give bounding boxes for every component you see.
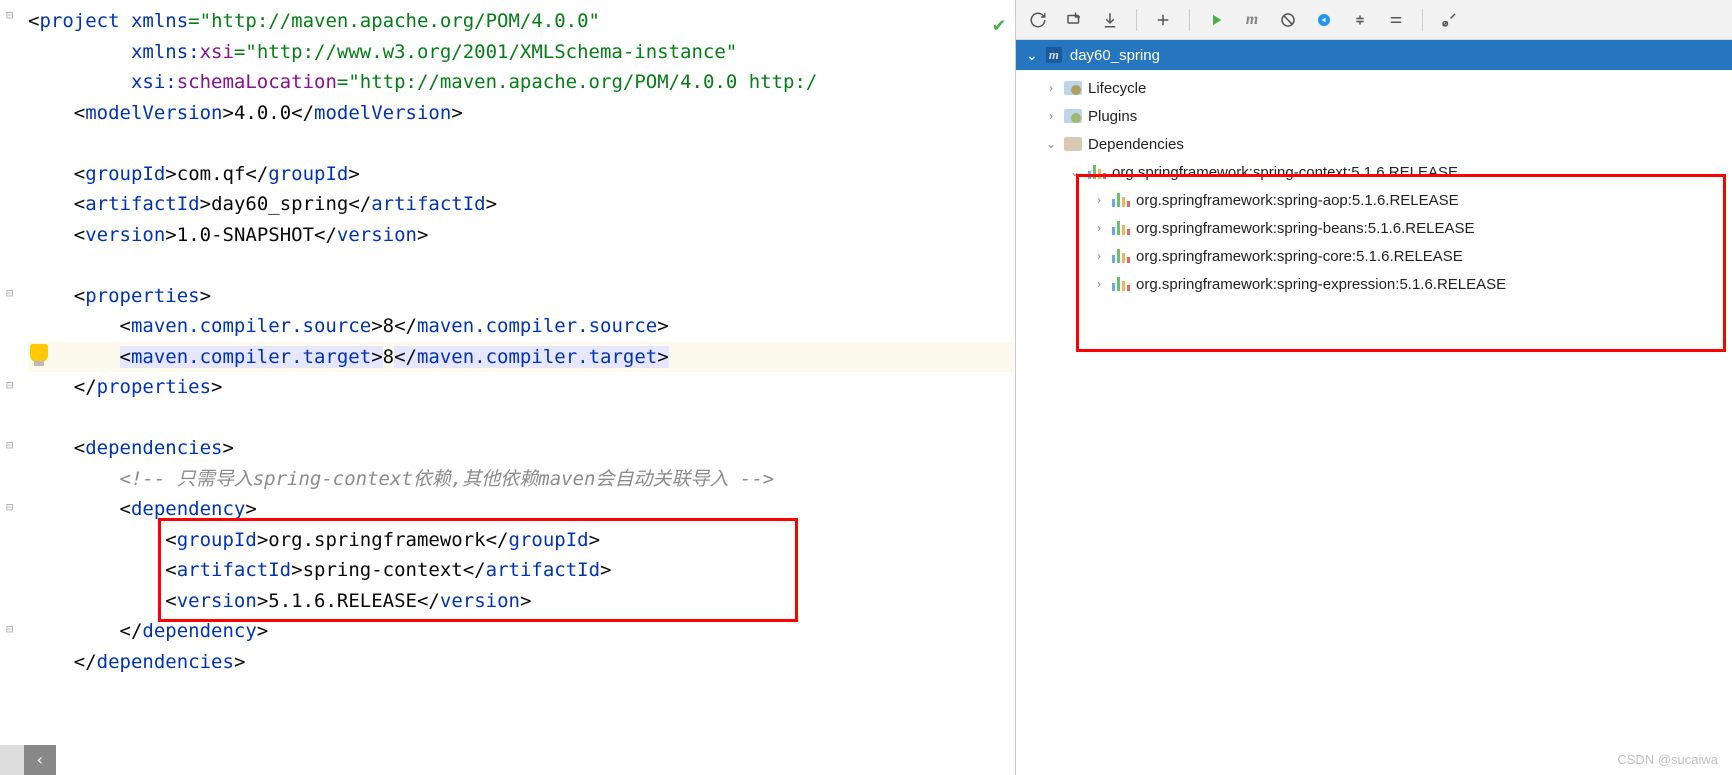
tree-label: Plugins <box>1088 108 1137 125</box>
library-icon <box>1112 221 1130 235</box>
maven-module-icon: m <box>1046 47 1062 63</box>
chevron-down-icon: ⌄ <box>1026 47 1038 64</box>
code-area[interactable]: <project xmlns="http://maven.apache.org/… <box>0 0 1015 677</box>
chevron-right-icon: ⌄ <box>1068 165 1082 179</box>
tree-dependency-item[interactable]: › org.springframework:spring-expression:5… <box>1022 270 1726 298</box>
dependency-label: org.springframework:spring-core:5.1.6.RE… <box>1136 248 1463 265</box>
tree-dependencies[interactable]: ⌄ Dependencies <box>1022 130 1726 158</box>
bottom-back-button[interactable]: ‹ <box>24 745 56 775</box>
folder-plug-icon <box>1064 109 1082 123</box>
dependency-label: org.springframework:spring-beans:5.1.6.R… <box>1136 220 1475 237</box>
tree-dependency-item[interactable]: › org.springframework:spring-aop:5.1.6.RE… <box>1022 186 1726 214</box>
dependency-label: org.springframework:spring-expression:5.… <box>1136 276 1506 293</box>
toggle-skip-tests-icon[interactable] <box>1274 6 1302 34</box>
generate-sources-icon[interactable] <box>1060 6 1088 34</box>
chevron-right-icon: › <box>1092 277 1106 291</box>
chevron-right-icon: › <box>1092 221 1106 235</box>
show-dependencies-icon[interactable] <box>1310 6 1338 34</box>
library-icon <box>1088 165 1106 179</box>
chevron-down-icon: ⌄ <box>1044 137 1058 151</box>
editor-pane[interactable]: ⊟ ⊟ ⊟ ⊟ ⊟ ⊟ ✔ <project xmlns="http://mav… <box>0 0 1015 775</box>
folder-gear-icon <box>1064 81 1082 95</box>
tree-dependency-item[interactable]: ⌄ org.springframework:spring-context:5.1.… <box>1022 158 1726 186</box>
settings-icon[interactable] <box>1435 6 1463 34</box>
download-icon[interactable] <box>1096 6 1124 34</box>
chevron-right-icon: › <box>1092 249 1106 263</box>
bottom-bar: ‹ <box>0 745 56 775</box>
tree-dependency-item[interactable]: › org.springframework:spring-beans:5.1.6.… <box>1022 214 1726 242</box>
expand-all-icon[interactable] <box>1382 6 1410 34</box>
chevron-right-icon: › <box>1044 109 1058 123</box>
tree-label: Dependencies <box>1088 136 1184 153</box>
gutter: ⊟ ⊟ ⊟ ⊟ ⊟ ⊟ <box>0 0 28 775</box>
folder-dep-icon <box>1064 137 1082 151</box>
tree-label: Lifecycle <box>1088 80 1146 97</box>
tree-lifecycle[interactable]: › Lifecycle <box>1022 74 1726 102</box>
project-header[interactable]: ⌄ m day60_spring <box>1016 40 1732 70</box>
reload-icon[interactable] <box>1024 6 1052 34</box>
tree-dependency-item[interactable]: › org.springframework:spring-core:5.1.6.R… <box>1022 242 1726 270</box>
library-icon <box>1112 249 1130 263</box>
library-icon <box>1112 277 1130 291</box>
tree-plugins[interactable]: › Plugins <box>1022 102 1726 130</box>
maven-tree: › Lifecycle › Plugins ⌄ Dependencies ⌄ or… <box>1016 70 1732 302</box>
chevron-right-icon: › <box>1092 193 1106 207</box>
add-icon[interactable] <box>1149 6 1177 34</box>
bulb-icon[interactable] <box>30 344 48 362</box>
execute-goal-icon[interactable]: m <box>1238 6 1266 34</box>
collapse-all-icon[interactable] <box>1346 6 1374 34</box>
maven-toolbar: m <box>1016 0 1732 40</box>
watermark: CSDN @sucaiwa <box>1617 752 1718 767</box>
maven-tool-window: m ⌄ m day60_spring › Lifecycle › Plugins… <box>1015 0 1732 775</box>
project-name: day60_spring <box>1070 47 1160 64</box>
chevron-right-icon: › <box>1044 81 1058 95</box>
library-icon <box>1112 193 1130 207</box>
run-icon[interactable] <box>1202 6 1230 34</box>
check-icon[interactable]: ✔ <box>993 12 1005 36</box>
bottom-square[interactable] <box>0 745 24 775</box>
dependency-label: org.springframework:spring-context:5.1.6… <box>1112 164 1458 181</box>
dependency-label: org.springframework:spring-aop:5.1.6.REL… <box>1136 192 1459 209</box>
